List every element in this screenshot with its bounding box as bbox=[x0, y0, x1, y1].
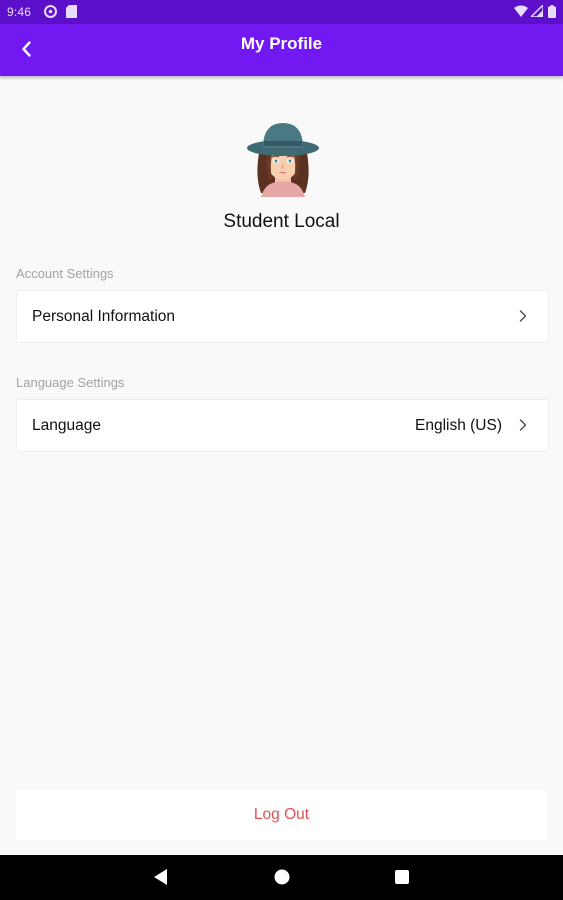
logout-button[interactable]: Log Out bbox=[16, 789, 547, 840]
user-name: Student Local bbox=[223, 211, 340, 232]
language-label: Language bbox=[32, 417, 101, 434]
account-settings-label: Account Settings bbox=[16, 266, 114, 281]
page-title: My Profile bbox=[240, 34, 323, 53]
language-settings-label: Language Settings bbox=[16, 375, 125, 390]
home-circle-icon[interactable] bbox=[273, 868, 291, 891]
logout-label: Log Out bbox=[253, 806, 310, 823]
personal-information-item[interactable]: Personal Information bbox=[16, 290, 549, 343]
chevron-right-icon bbox=[519, 419, 527, 431]
app-bar: My Profile bbox=[0, 24, 563, 76]
sd-card-icon bbox=[66, 5, 77, 21]
language-item[interactable]: Language English (US) bbox=[16, 399, 549, 452]
battery-icon bbox=[548, 5, 556, 21]
system-nav-bar bbox=[0, 855, 563, 900]
wifi-icon bbox=[514, 5, 528, 20]
recents-square-icon[interactable] bbox=[394, 868, 410, 891]
personal-information-label: Personal Information bbox=[32, 308, 176, 325]
settings-gear-icon bbox=[44, 5, 57, 21]
status-time: 9:46 bbox=[7, 5, 32, 19]
back-triangle-icon[interactable] bbox=[153, 868, 169, 891]
status-bar: 9:46 bbox=[0, 0, 563, 24]
woman-avatar-icon bbox=[247, 123, 319, 197]
avatar[interactable] bbox=[245, 117, 321, 197]
language-value: English (US) bbox=[415, 417, 502, 434]
signal-icon bbox=[529, 3, 544, 20]
chevron-right-icon bbox=[519, 310, 527, 322]
